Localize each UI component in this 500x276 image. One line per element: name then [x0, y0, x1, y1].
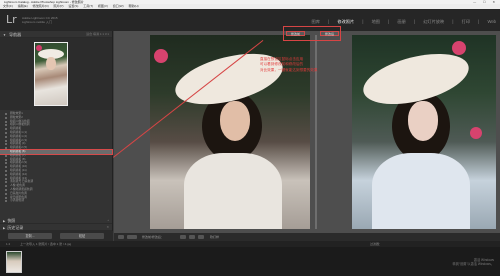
preset-bullet-icon [5, 139, 7, 142]
preset-bullet-icon [5, 173, 7, 176]
navigator-preview[interactable] [0, 38, 112, 110]
navigator-zoom-options[interactable]: 适合 填满 1:1 3:1 [86, 31, 109, 38]
menu-tools[interactable]: 工具(T) [83, 4, 93, 8]
lightroom-logo: Lr [6, 13, 17, 26]
expand-triangle-icon[interactable]: ▶ [3, 219, 5, 223]
flower-shape [470, 127, 482, 139]
watermark-line-2: 转到“设置”以激活 Windows。 [452, 262, 494, 266]
preset-bullet-icon [5, 192, 7, 195]
menu-help[interactable]: 帮助(H) [128, 4, 138, 8]
copy-button[interactable]: 复制... [8, 233, 52, 239]
preset-bullet-icon [5, 120, 7, 123]
menu-settings[interactable]: 设置(S) [68, 4, 78, 8]
filmstrip-source[interactable]: 上一次导入 1 张照片 / 选中 1 张 / 4.jpg [20, 242, 71, 246]
copy-settings-button[interactable] [189, 235, 195, 239]
preset-item[interactable]: 小清新色调 [0, 198, 112, 203]
soft-proof-checkbox[interactable]: 软打样 [210, 233, 219, 241]
catalog-line-2: Lightroom mobile 入门 [22, 20, 52, 24]
preset-bullet-icon [5, 185, 7, 188]
clear-history-icon[interactable]: ✕ [106, 224, 109, 231]
filmstrip-thumbnail[interactable] [6, 251, 22, 273]
dress-shape [372, 153, 470, 229]
loupe-view-button[interactable] [118, 235, 124, 239]
annotation-line-3: 对比效果，一键就能达到想要的效果 [260, 67, 318, 72]
preset-bullet-icon [5, 166, 7, 169]
preset-bullet-icon [5, 135, 7, 138]
history-header[interactable]: ▶ 历史记录 ✕ [0, 224, 112, 231]
flower-shape [452, 41, 466, 55]
module-library[interactable]: 图库 [312, 19, 320, 24]
module-book[interactable]: 画册 [397, 19, 405, 24]
menu-photo[interactable]: 照片(P) [54, 4, 64, 8]
module-web[interactable]: Web [487, 19, 496, 24]
flower-shape [154, 49, 168, 63]
identity-plate: Lr Adobe Lightroom CC 2015 Lightroom mob… [0, 9, 500, 31]
menu-window[interactable]: 窗口(W) [113, 4, 124, 8]
preset-bullet-icon [5, 131, 7, 134]
menu-view[interactable]: 视图(V) [98, 4, 108, 8]
preset-bullet-icon [5, 169, 7, 172]
history-title: 历史记录 [7, 225, 24, 230]
catalog-info: Adobe Lightroom CC 2015 Lightroom mobile… [22, 16, 58, 24]
annotation-highlight-box [283, 26, 341, 41]
preset-bullet-icon [5, 113, 7, 115]
preset-bullet-icon [5, 200, 7, 203]
compare-view: 修改前 修改后 直接在预设区鼠标点击应用 可以看到修改前和修改后的 对比效果，一… [113, 31, 500, 233]
windows-activation-watermark: 激活 Windows 转到“设置”以激活 Windows。 [453, 258, 494, 266]
snapshots-header[interactable]: ▶ 快照 + [0, 217, 112, 224]
develop-toolbar: 修改前/修改后： 软打样 [114, 233, 500, 241]
face-shape [408, 101, 438, 141]
preset-label: 小清新色调 [10, 198, 24, 203]
expand-triangle-icon[interactable]: ▶ [3, 226, 5, 230]
navigator-title: 导航器 [9, 32, 22, 37]
menu-edit[interactable]: 编辑(E) [18, 4, 28, 8]
swap-button[interactable] [180, 235, 186, 239]
navigator-thumbnail[interactable] [34, 42, 68, 106]
preset-bullet-icon [5, 196, 7, 199]
preset-bullet-icon [5, 147, 7, 150]
module-slideshow[interactable]: 幻灯片放映 [423, 19, 444, 24]
after-photo[interactable] [352, 35, 496, 229]
face-shape [46, 57, 56, 70]
preset-bullet-icon [5, 150, 7, 153]
snapshots-title: 快照 [7, 218, 16, 223]
add-snapshot-icon[interactable]: + [107, 217, 109, 224]
module-picker: 图库 | 修改照片 | 地图 | 画册 | 幻灯片放映 | 打印 | Web [311, 19, 496, 24]
preset-bullet-icon [5, 124, 7, 127]
preset-bullet-icon [5, 188, 7, 191]
swap-settings-button[interactable] [198, 235, 204, 239]
module-map[interactable]: 地图 [372, 19, 380, 24]
preset-bullet-icon [5, 162, 7, 165]
navigator-header[interactable]: ▼ 导航器 适合 填满 1:1 3:1 [0, 31, 112, 38]
preset-list: 颗粒效果1 颗粒效果2 暗调人像冷色调 暗调人像暖色调 暗调柔和 暗调柔和1 (1) 暗调柔… [0, 110, 113, 217]
filmstrip: 激活 Windows 转到“设置”以激活 Windows。 [0, 247, 500, 276]
preset-bullet-icon [5, 158, 7, 161]
preset-bullet-icon [5, 177, 7, 180]
collapse-triangle-icon[interactable]: ▼ [3, 33, 6, 37]
compare-mode-button[interactable] [127, 235, 137, 239]
view-mode-label: 修改前/修改后： [142, 235, 164, 239]
left-panel: ▼ 导航器 适合 填满 1:1 3:1 颗粒效果1 颗粒效果2 暗调人像冷色调 暗调人… [0, 31, 113, 241]
dress-shape [184, 153, 282, 229]
paste-button[interactable]: 粘贴 [60, 233, 104, 239]
preset-bullet-icon [5, 128, 7, 131]
preset-bullet-icon [5, 143, 7, 146]
module-develop[interactable]: 修改照片 [337, 19, 354, 24]
copy-paste-bar: 复制... 粘贴 [0, 231, 113, 241]
face-shape [220, 101, 250, 141]
menu-file[interactable]: 文件(F) [3, 4, 13, 8]
module-print[interactable]: 打印 [462, 19, 470, 24]
preset-bullet-icon [5, 181, 7, 184]
preset-bullet-icon [5, 154, 7, 157]
preset-bullet-icon [5, 116, 7, 119]
tutorial-annotation: 直接在预设区鼠标点击应用 可以看到修改前和修改后的 对比效果，一键就能达到想要的… [260, 57, 318, 73]
menu-develop[interactable]: 修改照片(D) [33, 4, 49, 8]
